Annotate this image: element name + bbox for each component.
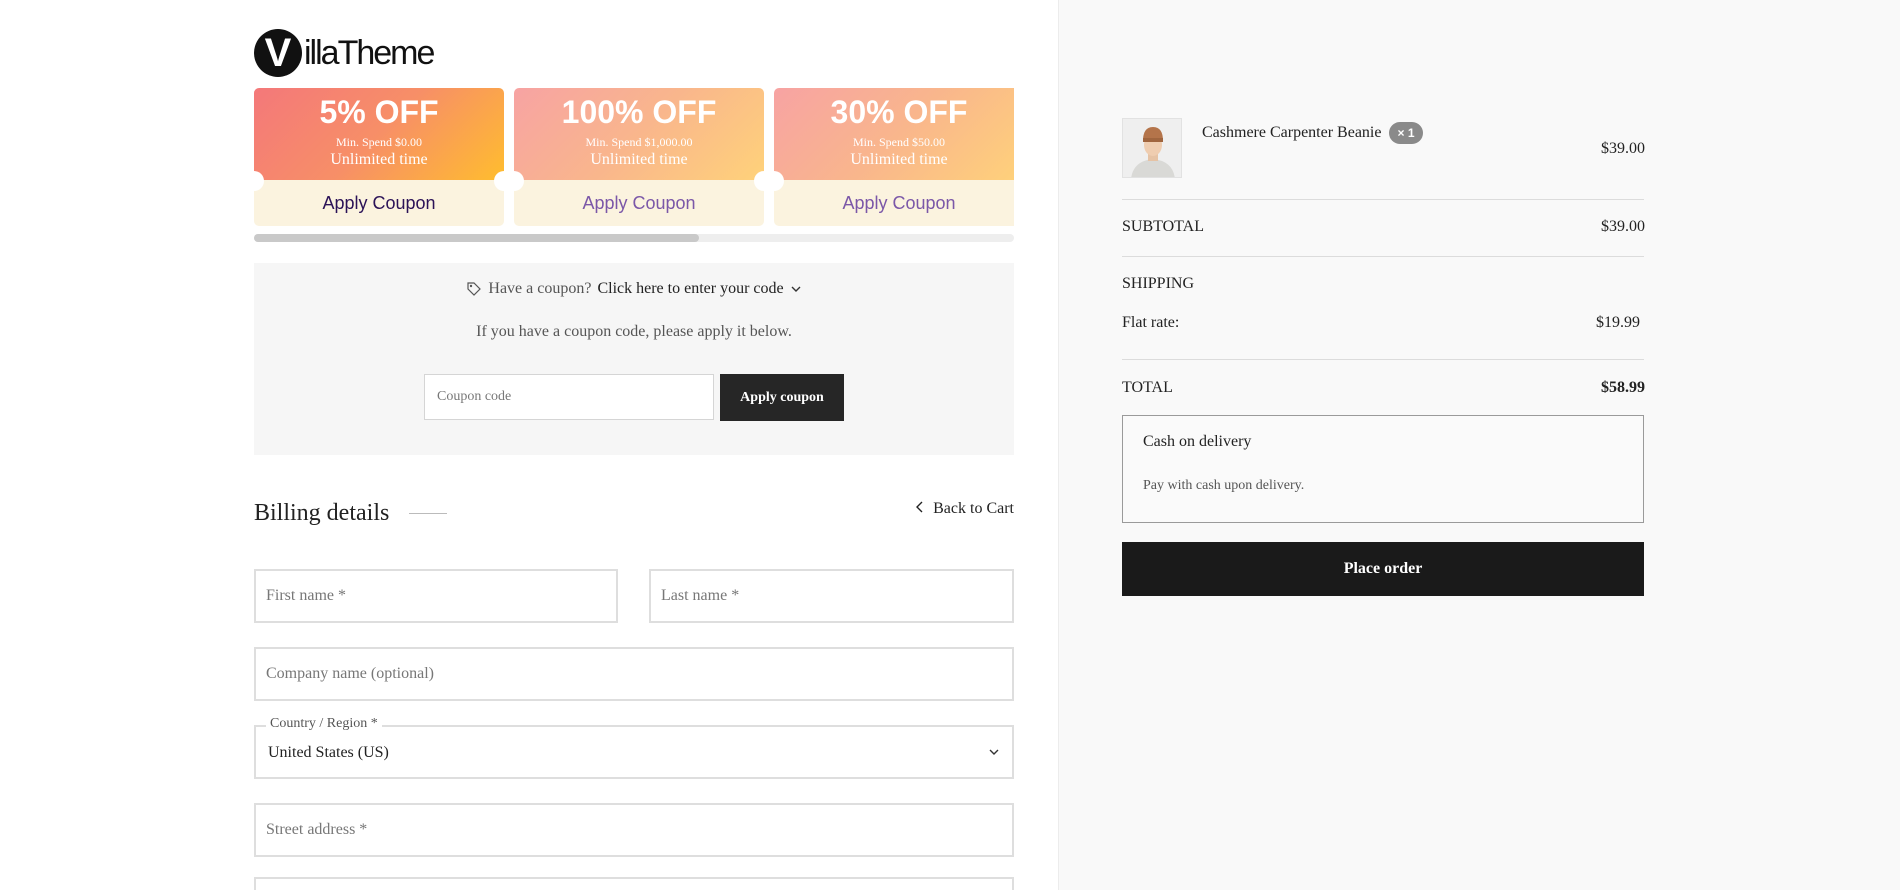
country-label: Country / Region * bbox=[266, 716, 382, 732]
coupon-carousel-scrollbar[interactable] bbox=[254, 234, 1014, 242]
product-price: $39.00 bbox=[1601, 140, 1645, 157]
coupon-card-top: 100% OFF Min. Spend $1,000.00 Unlimited … bbox=[514, 88, 764, 180]
product-line: Cashmere Carpenter Beanie × 1 bbox=[1202, 122, 1423, 144]
checkout-form-column: V illaTheme 5% OFF Min. Spend $0.00 Unli… bbox=[0, 0, 1058, 890]
place-order-button[interactable]: Place order bbox=[1122, 542, 1644, 596]
summary-divider bbox=[1122, 199, 1644, 200]
coupon-card-top: 30% OFF Min. Spend $50.00 Unlimited time bbox=[774, 88, 1014, 180]
coupon-discount: 5% OFF bbox=[319, 94, 439, 130]
coupon-card: 30% OFF Min. Spend $50.00 Unlimited time… bbox=[774, 88, 1014, 226]
coupon-validity: Unlimited time bbox=[330, 151, 428, 168]
chevron-down-icon bbox=[988, 745, 1000, 763]
payment-title: Cash on delivery bbox=[1143, 433, 1252, 450]
coupon-min-spend: Min. Spend $1,000.00 bbox=[585, 135, 693, 149]
coupon-carousel: 5% OFF Min. Spend $0.00 Unlimited time A… bbox=[254, 88, 1014, 228]
chevron-left-icon bbox=[915, 500, 925, 518]
coupon-min-spend: Min. Spend $0.00 bbox=[335, 135, 422, 149]
coupon-code-input[interactable] bbox=[424, 374, 714, 420]
apply-coupon-button[interactable]: Apply Coupon bbox=[774, 180, 1014, 226]
total-value: $58.99 bbox=[1601, 379, 1645, 396]
coupon-discount: 100% OFF bbox=[561, 94, 717, 130]
product-name: Cashmere Carpenter Beanie bbox=[1202, 124, 1382, 141]
shipping-value: $19.99 bbox=[1596, 314, 1640, 331]
coupon-validity: Unlimited time bbox=[590, 151, 688, 168]
first-name-field[interactable] bbox=[254, 569, 618, 623]
quantity-badge: × 1 bbox=[1389, 122, 1423, 144]
tag-icon bbox=[466, 281, 482, 297]
coupon-hint: If you have a coupon code, please apply … bbox=[476, 323, 792, 340]
product-thumbnail bbox=[1122, 118, 1182, 178]
scrollbar-thumb[interactable] bbox=[254, 234, 699, 242]
heading-rule bbox=[409, 513, 448, 514]
last-name-field[interactable] bbox=[649, 569, 1014, 623]
apply-coupon-submit-button[interactable]: Apply coupon bbox=[720, 374, 844, 421]
coupon-min-spend: Min. Spend $50.00 bbox=[852, 135, 945, 149]
coupon-entry-panel: Have a coupon? Click here to enter your … bbox=[254, 263, 1014, 455]
address-line-2-field[interactable] bbox=[254, 877, 1014, 890]
back-to-cart-label: Back to Cart bbox=[933, 500, 1014, 517]
total-label: TOTAL bbox=[1122, 379, 1173, 396]
billing-title: Billing details bbox=[254, 500, 390, 526]
country-select[interactable]: Country / Region * United States (US) bbox=[254, 716, 1014, 779]
shipping-method: Flat rate: bbox=[1122, 314, 1180, 331]
coupon-card-top: 5% OFF Min. Spend $0.00 Unlimited time bbox=[254, 88, 504, 180]
coupon-discount: 30% OFF bbox=[830, 94, 968, 130]
site-logo[interactable]: V illaTheme bbox=[254, 28, 435, 78]
subtotal-label: SUBTOTAL bbox=[1122, 218, 1204, 235]
subtotal-value: $39.00 bbox=[1601, 218, 1645, 235]
logo-text: illaTheme bbox=[304, 33, 435, 72]
apply-coupon-button[interactable]: Apply Coupon bbox=[254, 180, 504, 226]
logo-mark: V bbox=[254, 29, 302, 77]
coupon-link[interactable]: Click here to enter your code bbox=[597, 280, 783, 298]
back-to-cart-link[interactable]: Back to Cart bbox=[915, 500, 1014, 518]
beanie-person-image bbox=[1123, 119, 1181, 177]
apply-coupon-button[interactable]: Apply Coupon bbox=[514, 180, 764, 226]
coupon-toggle[interactable]: Have a coupon? Click here to enter your … bbox=[254, 277, 1014, 301]
chevron-down-icon bbox=[790, 283, 802, 295]
country-value: United States (US) bbox=[268, 744, 389, 761]
coupon-prompt: Have a coupon? bbox=[488, 280, 592, 297]
shipping-label: SHIPPING bbox=[1122, 275, 1195, 292]
street-address-field[interactable] bbox=[254, 803, 1014, 857]
coupon-card: 5% OFF Min. Spend $0.00 Unlimited time A… bbox=[254, 88, 504, 226]
coupon-validity: Unlimited time bbox=[850, 151, 948, 168]
billing-heading: Billing details bbox=[254, 500, 448, 527]
payment-description: Pay with cash upon delivery. bbox=[1143, 478, 1305, 493]
payment-method-cod[interactable]: Cash on delivery Pay with cash upon deli… bbox=[1122, 415, 1644, 523]
company-name-field[interactable] bbox=[254, 647, 1014, 701]
coupon-card: 100% OFF Min. Spend $1,000.00 Unlimited … bbox=[514, 88, 764, 226]
summary-divider bbox=[1122, 256, 1644, 257]
summary-divider bbox=[1122, 359, 1644, 360]
